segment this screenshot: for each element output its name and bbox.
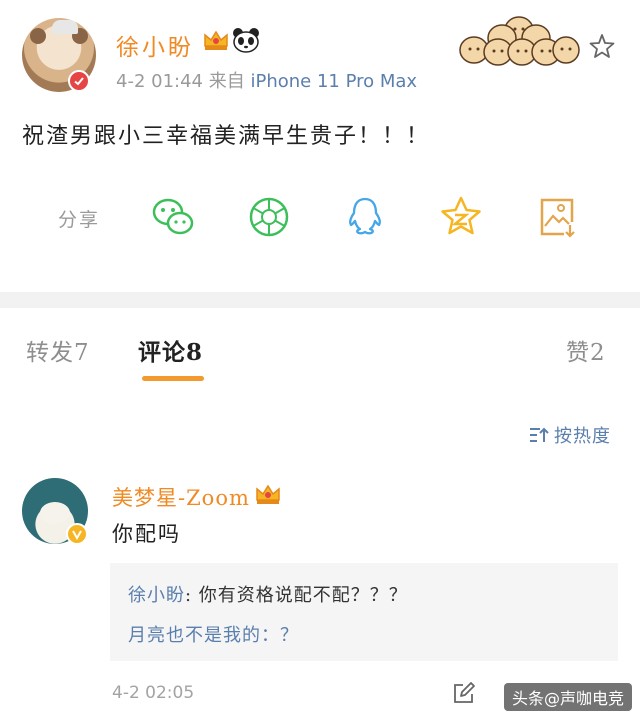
moments-icon[interactable] <box>246 194 292 240</box>
watermark: 头条@声咖电竞 <box>504 683 633 711</box>
tab-active-indicator <box>142 376 204 381</box>
post-content-text: 祝渣男跟小三幸福美满早生贵子！！！ <box>22 124 431 149</box>
reply-author[interactable]: 徐小盼 <box>128 585 185 606</box>
qq-icon[interactable] <box>342 194 388 240</box>
favorite-star-icon[interactable] <box>588 32 616 60</box>
tab-repost[interactable]: 转发7 <box>26 333 90 367</box>
member-crown-icon <box>204 30 228 50</box>
wechat-icon[interactable] <box>150 194 196 240</box>
reply-text: : 你有资格说配不配？？？ <box>185 585 408 606</box>
post-author-name[interactable]: 徐小盼 <box>116 28 194 62</box>
reply-item[interactable]: 月亮也不是我的：？ <box>128 621 299 647</box>
sort-icon <box>530 427 549 442</box>
post-from-label: 来自 <box>208 71 245 92</box>
reply-edit-icon[interactable] <box>452 681 476 705</box>
post-meta: 4-2 01:44 来自 iPhone 11 Pro Max <box>116 67 417 93</box>
sort-by-hot-button[interactable]: 按热度 <box>528 422 611 448</box>
sort-label: 按热度 <box>554 426 611 447</box>
comment-time: 4-2 02:05 <box>112 683 195 703</box>
member-crown-icon <box>256 484 280 504</box>
commenter-name[interactable]: 美梦星-Zoom <box>112 482 250 512</box>
verified-v-badge-icon <box>66 523 88 545</box>
tab-like[interactable]: 赞2 <box>566 333 606 367</box>
qzone-icon[interactable] <box>438 194 484 240</box>
reply-item: 徐小盼: 你有资格说配不配？？？ <box>128 581 408 607</box>
comment-text: 你配吗 <box>112 522 181 546</box>
verified-red-badge-icon <box>68 70 90 92</box>
panda-badge-icon <box>233 28 259 53</box>
replies-box[interactable]: 徐小盼: 你有资格说配不配？？？ 月亮也不是我的：？ <box>110 563 618 661</box>
share-label: 分享 <box>58 209 101 231</box>
post-time: 4-2 01:44 <box>116 71 203 92</box>
post-device[interactable]: iPhone 11 Pro Max <box>250 71 417 92</box>
save-image-icon[interactable] <box>534 194 580 240</box>
section-divider <box>0 292 640 308</box>
decorative-cookies-sticker <box>459 16 580 66</box>
tab-comment[interactable]: 评论8 <box>138 333 203 367</box>
